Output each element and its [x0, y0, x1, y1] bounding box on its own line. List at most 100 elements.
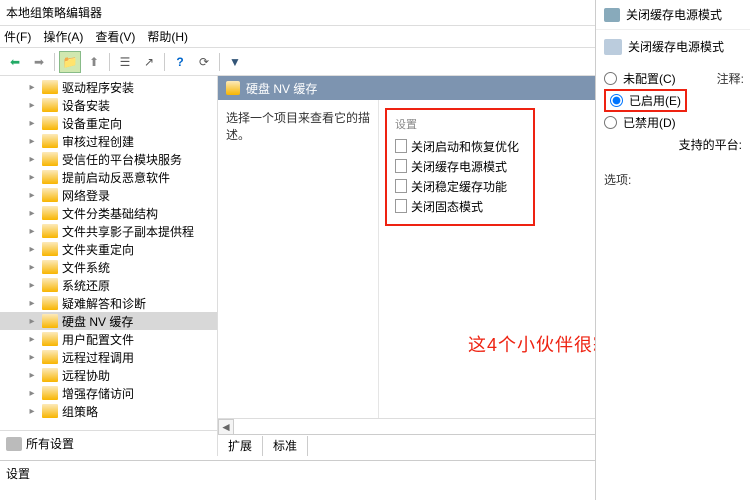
expand-icon[interactable]: ▸: [26, 388, 38, 399]
highlighted-settings: 设置 关闭启动和恢复优化 关闭缓存电源模式 关闭稳定缓存功能 关闭固态模式: [385, 108, 535, 226]
tree-item[interactable]: ▸受信任的平台模块服务: [0, 150, 217, 168]
tree-item[interactable]: ▸ 远程过程调用: [0, 348, 217, 366]
radio-input[interactable]: [604, 72, 617, 85]
tab-extended[interactable]: 扩展: [218, 436, 263, 456]
doc-icon: [395, 179, 407, 193]
divider: [219, 53, 220, 71]
expand-icon[interactable]: ▸: [26, 82, 38, 93]
expand-icon[interactable]: ▸: [26, 406, 38, 417]
folder-icon: [42, 332, 58, 346]
tab-standard[interactable]: 标准: [263, 436, 308, 456]
tree-item[interactable]: ▸ 设备安装: [0, 96, 217, 114]
expand-icon[interactable]: ▸: [26, 100, 38, 111]
tree-item-label: 审核过程创建: [62, 133, 140, 150]
radio-enabled-row: 已启用(E): [604, 89, 742, 111]
center-header-title: 硬盘 NV 缓存: [246, 80, 317, 97]
expand-icon[interactable]: ▸: [26, 118, 38, 129]
radio-label: 已启用(E): [629, 92, 681, 109]
nav-tree[interactable]: ▸驱动程序安装▸设备安装▸设备重定向▸审核过程创建▸受信任的平台模块服务▸提前启…: [0, 76, 217, 430]
tree-item[interactable]: ▸硬盘 NV 缓存: [0, 312, 217, 330]
expand-icon[interactable]: ▸: [26, 190, 38, 201]
tree-pane: ▸驱动程序安装▸设备安装▸设备重定向▸审核过程创建▸受信任的平台模块服务▸提前启…: [0, 76, 218, 456]
list-button[interactable]: [114, 51, 136, 73]
expand-icon[interactable]: ▸: [26, 172, 38, 183]
back-button[interactable]: [4, 51, 26, 73]
tree-item[interactable]: ▸设备重定向: [0, 114, 217, 132]
refresh-button[interactable]: [193, 51, 215, 73]
radio-input[interactable]: [604, 116, 617, 129]
tree-item-label: 远程过程调用: [62, 349, 140, 366]
tree-item-label: 提前启动反恶意软件: [62, 169, 176, 186]
folder-icon: [42, 116, 58, 130]
expand-icon[interactable]: ▸: [26, 226, 38, 237]
doc-icon: [395, 159, 407, 173]
expand-icon[interactable]: ▸: [26, 154, 38, 165]
tree-item[interactable]: ▸ 提前启动反恶意软件: [0, 168, 217, 186]
policy-icon: [604, 39, 622, 55]
expand-icon[interactable]: ▸: [26, 136, 38, 147]
status-text: 设置: [6, 467, 30, 481]
tree-item[interactable]: ▸增强存储访问: [0, 384, 217, 402]
expand-icon[interactable]: ▸: [26, 280, 38, 291]
up-button[interactable]: [83, 51, 105, 73]
tree-item[interactable]: ▸组策略: [0, 402, 217, 420]
folder-icon: [42, 206, 58, 220]
export-button[interactable]: [138, 51, 160, 73]
menu-action[interactable]: 操作(A): [43, 28, 83, 45]
folder-icon: [42, 404, 58, 418]
tree-item-label: 文件夹重定向: [62, 241, 140, 258]
tree-item[interactable]: ▸网络登录: [0, 186, 217, 204]
tree-item[interactable]: ▸文件系统: [0, 258, 217, 276]
scroll-left-icon[interactable]: ◄: [218, 419, 234, 435]
show-tree-button[interactable]: [59, 51, 81, 73]
expand-icon[interactable]: ▸: [26, 352, 38, 363]
tree-item[interactable]: ▸系统还原: [0, 276, 217, 294]
expand-icon[interactable]: ▸: [26, 334, 38, 345]
tree-item-label: 驱动程序安装: [62, 79, 140, 96]
radio-notconfigured[interactable]: 未配置(C) 注释:: [604, 67, 742, 89]
menu-view[interactable]: 查看(V): [95, 28, 135, 45]
properties-title-label: 关闭缓存电源模式: [626, 6, 722, 23]
tree-item-label: 文件分类基础结构: [62, 205, 164, 222]
tree-item[interactable]: ▸ 用户配置文件: [0, 330, 217, 348]
tree-item[interactable]: ▸疑难解答和诊断: [0, 294, 217, 312]
tree-item[interactable]: ▸ 文件共享影子副本提供程: [0, 222, 217, 240]
folder-icon: [42, 296, 58, 310]
expand-icon[interactable]: ▸: [26, 298, 38, 309]
tree-item[interactable]: ▸ 审核过程创建: [0, 132, 217, 150]
tree-item[interactable]: ▸ 文件夹重定向: [0, 240, 217, 258]
policy-icon: [604, 8, 620, 22]
folder-icon: [42, 80, 58, 94]
state-options: 未配置(C) 注释: 已启用(E) 已禁用(D) 支持的平台:: [596, 63, 750, 159]
help-button[interactable]: [169, 51, 191, 73]
platform-row: 支持的平台:: [604, 133, 742, 155]
highlighted-enabled: 已启用(E): [604, 89, 687, 112]
menu-file[interactable]: 件(F): [4, 28, 31, 45]
tree-item-label: 用户配置文件: [62, 331, 140, 348]
radio-disabled[interactable]: 已禁用(D): [604, 111, 742, 133]
tree-item[interactable]: ▸ 文件分类基础结构: [0, 204, 217, 222]
doc-icon: [395, 199, 407, 213]
expand-icon[interactable]: ▸: [26, 208, 38, 219]
setting-label: 关闭启动和恢复优化: [411, 138, 519, 155]
tree-item[interactable]: ▸ 驱动程序安装: [0, 78, 217, 96]
tree-item-label: 远程协助: [62, 367, 116, 384]
expand-icon[interactable]: ▸: [26, 316, 38, 327]
forward-button[interactable]: [28, 51, 50, 73]
setting-item[interactable]: 关闭缓存电源模式: [395, 156, 525, 176]
radio-input[interactable]: [610, 94, 623, 107]
filter-button[interactable]: [224, 51, 246, 73]
folder-icon: [42, 386, 58, 400]
setting-item[interactable]: 关闭稳定缓存功能: [395, 176, 525, 196]
menu-help[interactable]: 帮助(H): [147, 28, 188, 45]
setting-item[interactable]: 关闭固态模式: [395, 196, 525, 216]
setting-item[interactable]: 关闭启动和恢复优化: [395, 136, 525, 156]
tree-footer[interactable]: 所有设置: [0, 430, 217, 456]
expand-icon[interactable]: ▸: [26, 370, 38, 381]
expand-icon[interactable]: ▸: [26, 262, 38, 273]
expand-icon[interactable]: ▸: [26, 244, 38, 255]
divider: [109, 53, 110, 71]
tree-item[interactable]: ▸ 远程协助: [0, 366, 217, 384]
tree-item-label: 设备安装: [62, 97, 116, 114]
tree-item-label: 文件共享影子副本提供程: [62, 223, 200, 240]
